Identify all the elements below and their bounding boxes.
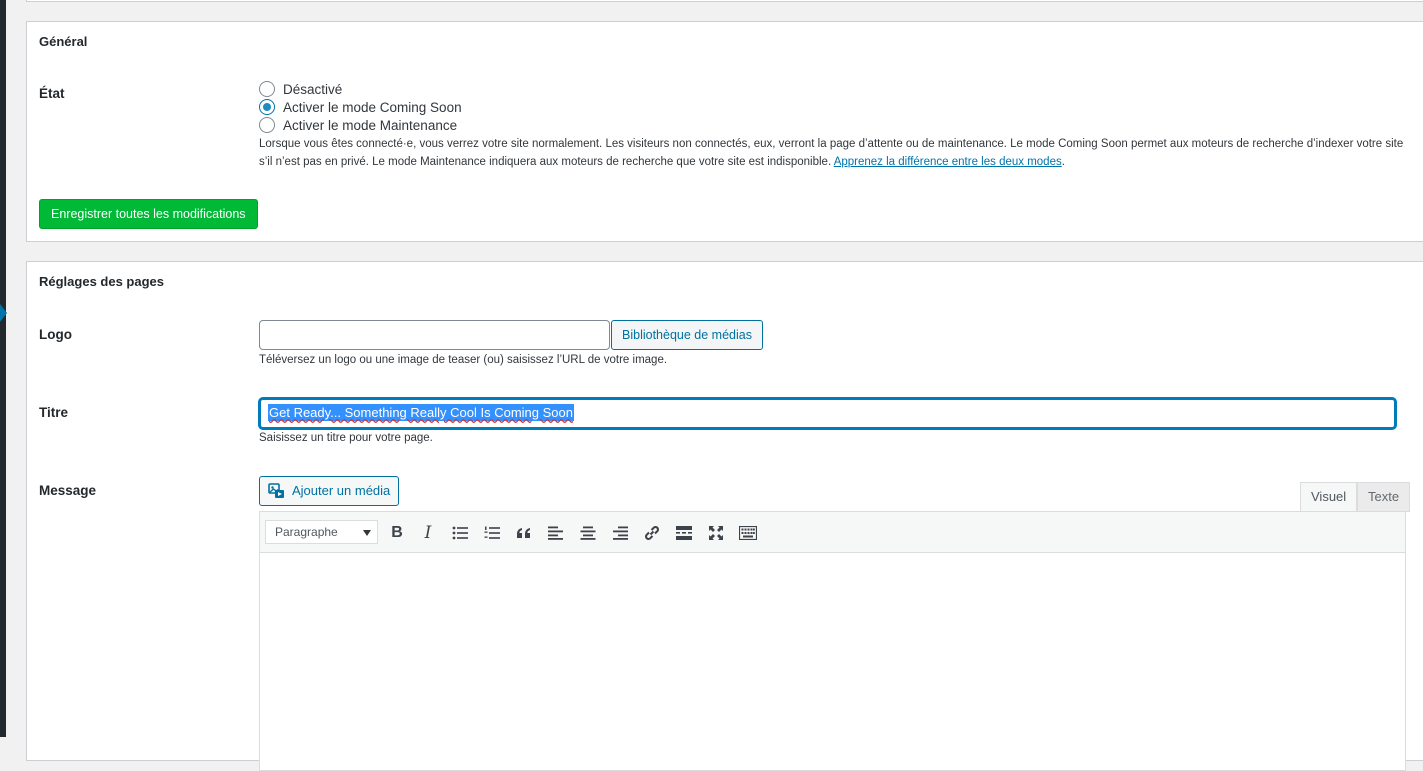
radio-maintenance-label: Activer le mode Maintenance xyxy=(283,117,458,133)
page-settings-section-title: Réglages des pages xyxy=(39,274,164,289)
radio-coming-soon[interactable]: Activer le mode Coming Soon xyxy=(259,98,462,116)
radio-disabled-label: Désactivé xyxy=(283,81,343,97)
chevron-down-icon xyxy=(363,530,371,536)
editor-content-area[interactable] xyxy=(260,553,1405,770)
save-all-button[interactable]: Enregistrer toutes les modifications xyxy=(39,199,258,229)
state-label: État xyxy=(39,86,65,101)
logo-help-text: Téléversez un logo ou une image de tease… xyxy=(259,354,668,366)
title-input[interactable]: Get Ready... Something Really Cool Is Co… xyxy=(259,398,1396,429)
align-right-icon[interactable] xyxy=(608,521,632,545)
radio-disabled[interactable]: Désactivé xyxy=(259,80,342,98)
numbered-list-icon[interactable] xyxy=(480,521,504,545)
format-select-value: Paragraphe xyxy=(275,525,338,539)
state-description-text: s’il n’est pas en privé. Le mode Mainten… xyxy=(259,156,832,168)
toolbar-toggle-icon[interactable] xyxy=(736,521,760,545)
general-section-title: Général xyxy=(39,34,88,49)
admin-sidebar-edge xyxy=(0,0,6,737)
title-label: Titre xyxy=(39,405,69,420)
radio-maintenance-control[interactable] xyxy=(259,117,275,133)
radio-coming-soon-label: Activer le mode Coming Soon xyxy=(283,99,462,115)
fullscreen-icon[interactable] xyxy=(704,521,728,545)
state-description: Lorsque vous êtes connecté·e, vous verre… xyxy=(259,135,1419,171)
active-menu-indicator xyxy=(0,304,7,322)
previous-panel xyxy=(26,0,1423,2)
editor-toolbar: Paragraphe B I xyxy=(260,512,1405,553)
state-description-end: . xyxy=(1061,156,1065,168)
bullet-list-icon[interactable] xyxy=(448,521,472,545)
read-more-icon[interactable] xyxy=(672,521,696,545)
media-library-button[interactable]: Bibliothèque de médias xyxy=(611,320,763,350)
modes-difference-link[interactable]: Apprenez la différence entre les deux mo… xyxy=(834,156,1062,168)
radio-maintenance[interactable]: Activer le mode Maintenance xyxy=(259,116,457,134)
bold-icon[interactable]: B xyxy=(385,521,409,545)
message-label: Message xyxy=(39,483,97,498)
title-help-text: Saisissez un titre pour votre page. xyxy=(259,432,433,444)
radio-disabled-control[interactable] xyxy=(259,81,275,97)
italic-icon[interactable]: I xyxy=(416,521,440,545)
tab-visual[interactable]: Visuel xyxy=(1300,482,1358,512)
state-description-line2: s’il n’est pas en privé. Le mode Mainten… xyxy=(259,153,1419,171)
add-media-icon xyxy=(268,482,286,500)
message-editor: Paragraphe B I xyxy=(259,511,1406,771)
logo-label: Logo xyxy=(39,327,72,342)
page-settings-panel: Réglages des pages Logo Bibliothèque de … xyxy=(26,261,1423,771)
general-panel: Général État Désactivé Activer le mode C… xyxy=(26,21,1423,242)
state-description-line1: Lorsque vous êtes connecté·e, vous verre… xyxy=(259,138,1404,150)
radio-coming-soon-control[interactable] xyxy=(259,99,275,115)
blockquote-icon[interactable] xyxy=(512,521,536,545)
align-left-icon[interactable] xyxy=(544,521,568,545)
link-icon[interactable] xyxy=(640,521,664,545)
align-center-icon[interactable] xyxy=(576,521,600,545)
logo-url-input[interactable] xyxy=(259,320,610,350)
title-input-selected-text: Get Ready... Something Really Cool Is Co… xyxy=(268,404,574,421)
tab-text[interactable]: Texte xyxy=(1357,482,1411,512)
add-media-label: Ajouter un média xyxy=(292,483,391,498)
format-select[interactable]: Paragraphe xyxy=(265,520,378,544)
add-media-button[interactable]: Ajouter un média xyxy=(259,476,400,506)
